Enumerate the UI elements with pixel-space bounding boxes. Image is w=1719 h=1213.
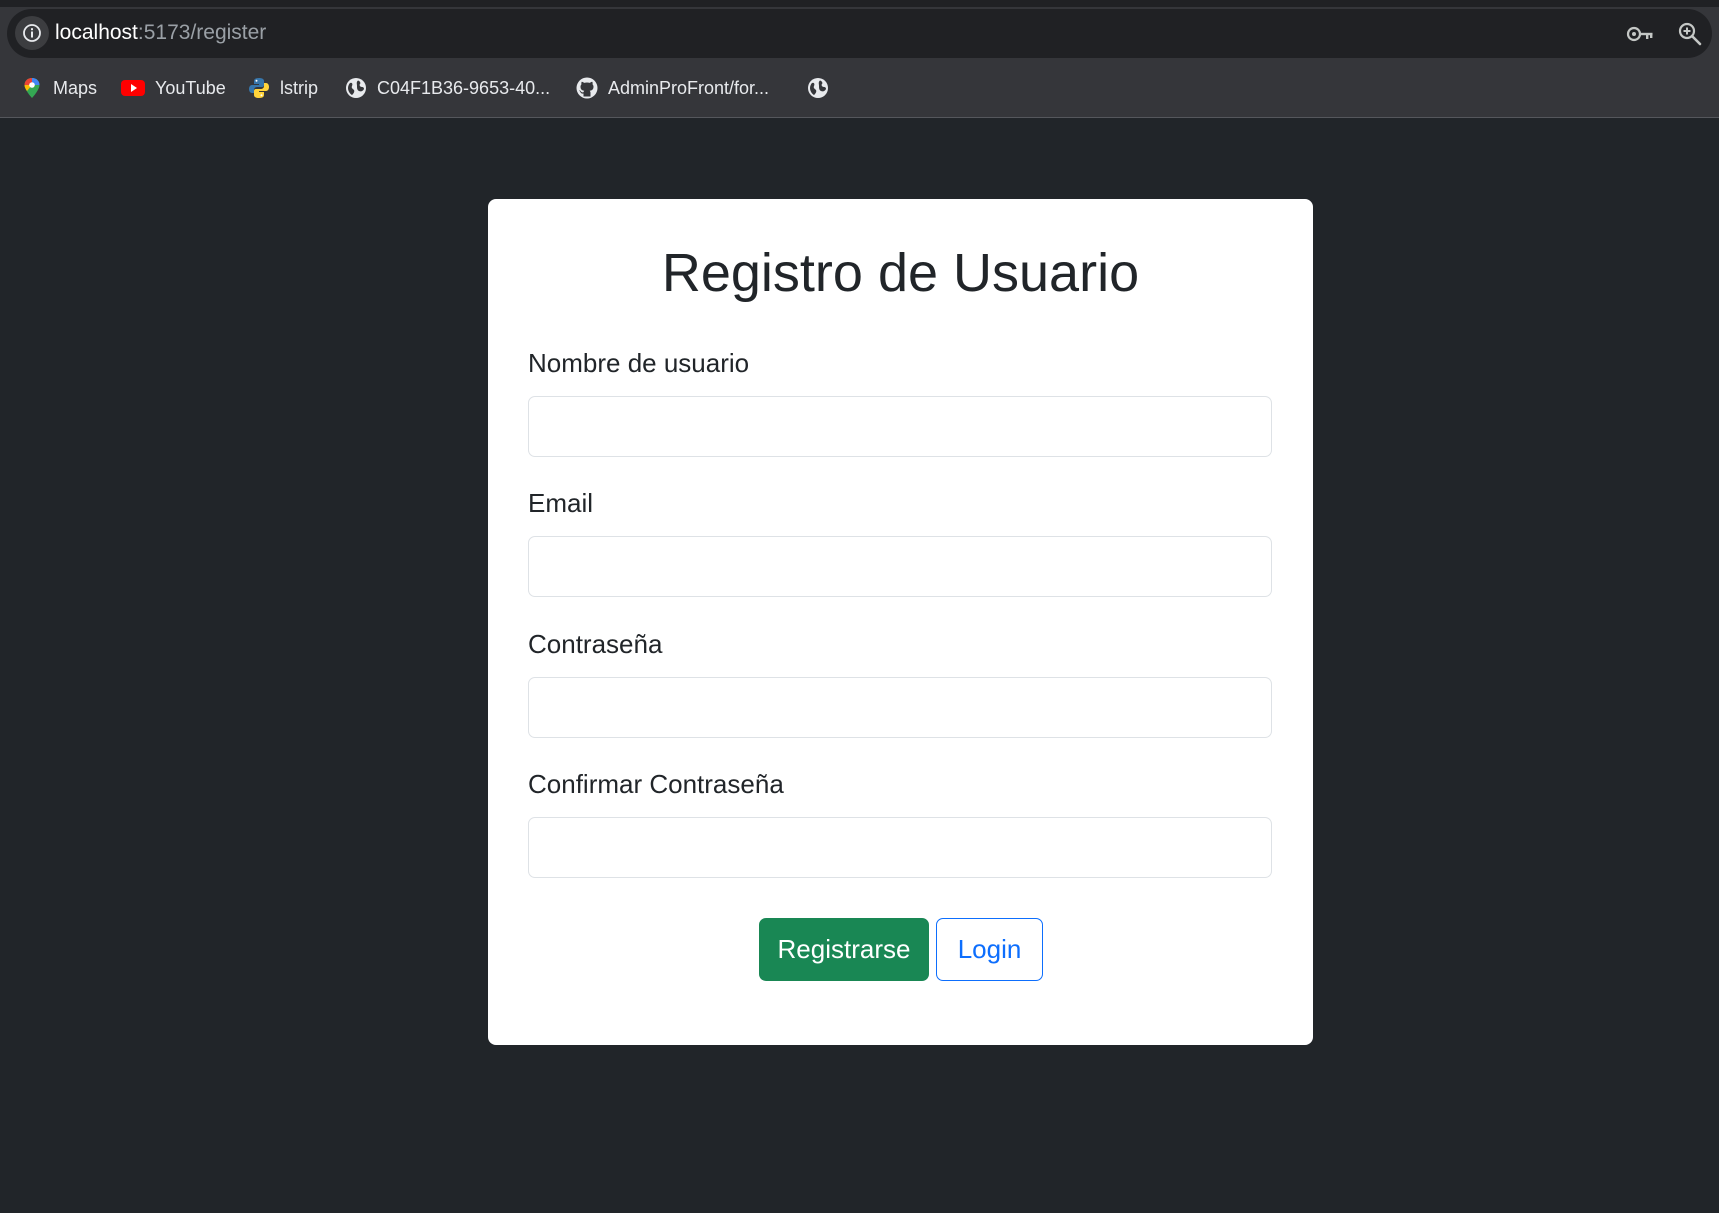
globe-icon <box>345 77 367 99</box>
username-label: Nombre de usuario <box>528 348 750 378</box>
youtube-icon <box>121 77 145 99</box>
email-label: Email <box>528 488 594 518</box>
bookmark-lstrip[interactable]: lstrip <box>248 68 318 108</box>
bookmark-label: lstrip <box>280 77 319 98</box>
page-title: Registro de Usuario <box>661 243 1140 303</box>
url-host: localhost <box>55 21 138 44</box>
register-card: Registro de Usuario Nombre de usuario Em… <box>488 199 1313 1045</box>
bookmark-maps[interactable]: Maps <box>21 68 97 108</box>
browser-top-strip <box>0 0 1719 7</box>
bookmark-label: YouTube <box>155 77 226 98</box>
bookmark-label: Maps <box>53 77 98 98</box>
confirm-password-label: Confirmar Contraseña <box>528 769 784 799</box>
confirm-password-field[interactable] <box>528 817 1272 878</box>
key-icon[interactable] <box>1626 21 1653 47</box>
bookmark-label: AdminProFront/for... <box>608 77 770 98</box>
github-icon <box>576 77 598 99</box>
bookmark-adminprofront[interactable]: AdminProFront/for... <box>576 68 769 108</box>
browser-chrome: localhost:5173/register Maps YouTube lst… <box>0 0 1719 118</box>
zoom-in-icon[interactable] <box>1677 21 1703 47</box>
url-text[interactable]: localhost:5173/register <box>55 21 266 45</box>
register-button[interactable]: Registrarse <box>759 918 929 981</box>
address-bar[interactable]: localhost:5173/register <box>7 9 1712 58</box>
bookmarks-bar: Maps YouTube lstrip C04F1B36-9653-40... … <box>0 68 1719 108</box>
info-icon[interactable] <box>15 16 49 50</box>
bookmark-c04f1b36[interactable]: C04F1B36-9653-40... <box>345 68 550 108</box>
username-field[interactable] <box>528 396 1272 457</box>
python-icon <box>248 77 270 99</box>
bookmark-label: C04F1B36-9653-40... <box>377 77 551 98</box>
password-field[interactable] <box>528 677 1272 738</box>
bookmark-globe[interactable] <box>807 68 839 108</box>
password-label: Contraseña <box>528 629 663 659</box>
email-field[interactable] <box>528 536 1272 597</box>
bookmark-youtube[interactable]: YouTube <box>121 68 226 108</box>
login-button[interactable]: Login <box>936 918 1043 981</box>
url-path: :5173/register <box>137 21 267 44</box>
globe-icon <box>807 77 829 99</box>
google-maps-icon <box>21 77 43 99</box>
